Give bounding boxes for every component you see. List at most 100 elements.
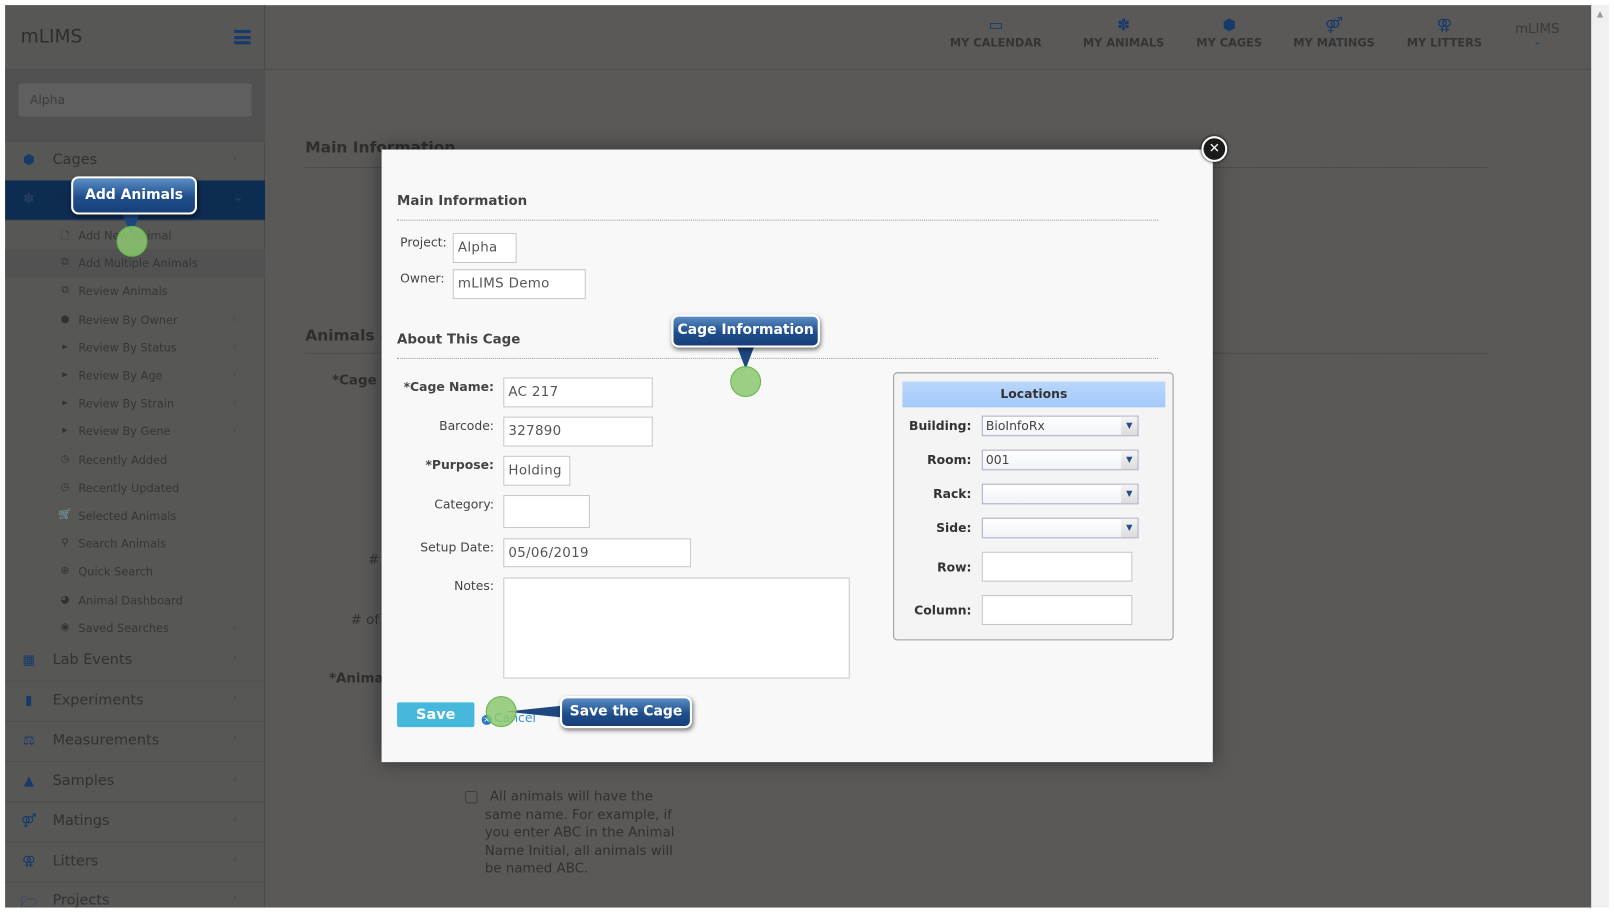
barcode-label: Barcode: — [439, 418, 494, 434]
cart-icon: 🛒 — [58, 509, 72, 521]
page-scrollbar[interactable]: ▲ — [1591, 5, 1609, 908]
category-label: Category: — [434, 497, 494, 512]
search-icon: ⚲ — [61, 537, 69, 549]
bg-animals-heading: Animals & — [305, 325, 394, 345]
clock-icon: ◷ — [60, 481, 70, 493]
chevron-down-icon: ▼ — [1121, 484, 1138, 504]
nav-my-matings[interactable]: ⚤ MY MATINGS — [1293, 15, 1375, 49]
user-icon: ● — [60, 313, 70, 325]
cube-icon: ⬢ — [23, 152, 35, 169]
clock-icon: ◷ — [60, 453, 70, 465]
nav-my-calendar[interactable]: ▭ MY CALENDAR — [950, 15, 1042, 49]
owner-label: Owner: — [400, 271, 445, 286]
litters-icon: ⚢ — [1436, 15, 1453, 35]
top-navbar: ▭ MY CALENDAR ✽ MY ANIMALS ⬢ MY CAGES ⚤ MY M… — [265, 5, 1592, 71]
nav-my-litters[interactable]: ⚢ MY LITTERS — [1407, 15, 1482, 49]
litters-icon: ⚢ — [22, 853, 36, 869]
folder-icon: 🗁 — [20, 895, 38, 908]
chevron-left-icon: ‹ — [232, 367, 238, 382]
documents-icon: ▮ — [25, 692, 33, 709]
locations-panel: Locations Building: BioInfoRx ▼ Room: 001… — [893, 372, 1174, 641]
caret-right-icon: ▸ — [62, 425, 68, 437]
sidebar-subitem[interactable]: 🛒 Selected Animals — [5, 502, 265, 530]
caret-right-icon: ▸ — [62, 341, 68, 353]
user-menu[interactable]: mLIMS ⌄ — [1515, 22, 1560, 48]
sidebar-item-projects[interactable]: 🗁 Projects ‹ — [5, 882, 265, 907]
same-name-checkbox[interactable] — [465, 791, 478, 804]
close-icon[interactable]: ✕ — [1201, 136, 1228, 162]
hamburger-menu-icon[interactable] — [234, 29, 251, 45]
notes-textarea[interactable] — [503, 577, 850, 679]
click-indicator — [116, 225, 148, 257]
room-label: Room: — [927, 452, 972, 468]
copy-icon: ⧉ — [61, 285, 69, 297]
chevron-left-icon: ‹ — [232, 689, 238, 707]
side-label: Side: — [936, 520, 972, 536]
sidebar-item-litters[interactable]: ⚢ Litters ‹ — [5, 842, 266, 883]
bg-hash-label: # — [368, 552, 380, 569]
chevron-left-icon: ‹ — [232, 149, 238, 167]
chevron-down-icon: ▼ — [1121, 450, 1138, 470]
setup-date-label: Setup Date: — [420, 540, 494, 555]
calendar-icon: ▦ — [22, 652, 36, 669]
chevron-down-icon: ⌄ — [232, 188, 245, 206]
cube-icon: ⬢ — [1222, 15, 1236, 35]
sidebar-subitem[interactable]: ⊕ Quick Search — [5, 558, 265, 586]
sidebar: mLIMS Alpha ⬢Cages‹ ✽Animals⌄ 🗋Add New A… — [5, 5, 266, 908]
pie-chart-icon: ◕ — [60, 593, 70, 605]
sidebar-subitem[interactable]: ⚲ Search Animals — [5, 530, 265, 558]
sidebar-subitem[interactable]: ▸ Review By Strain ‹ — [5, 390, 265, 418]
barcode-field[interactable]: 327890 — [503, 416, 653, 447]
chevron-left-icon: ‹ — [232, 311, 238, 326]
project-label: Project: — [400, 235, 447, 250]
bg-cage-label: *Cage — [332, 373, 377, 389]
building-select[interactable]: BioInfoRx ▼ — [981, 415, 1139, 437]
locations-heading: Locations — [902, 381, 1166, 408]
nav-my-cages[interactable]: ⬢ MY CAGES — [1196, 15, 1262, 49]
side-select[interactable]: ▼ — [981, 517, 1139, 539]
save-button[interactable]: Save — [397, 702, 475, 728]
sidebar-subitem[interactable]: ▸ Review By Status ‹ — [5, 334, 265, 362]
scale-icon: ⚖ — [22, 733, 35, 749]
sidebar-subitem[interactable]: ⧉ Review Animals — [5, 278, 265, 306]
about-cage-heading: About This Cage — [397, 332, 521, 348]
column-label: Column: — [914, 603, 972, 618]
project-search-input[interactable]: Alpha — [18, 83, 252, 117]
sidebar-subitem[interactable]: ◕ Animal Dashboard — [5, 586, 265, 614]
setup-date-field[interactable]: 05/06/2019 — [503, 538, 691, 568]
sidebar-item-experiments[interactable]: ▮ Experiments ‹ — [5, 682, 266, 722]
sidebar-item-matings[interactable]: ⚤ Matings ‹ — [5, 802, 266, 843]
project-field[interactable]: Alpha — [452, 233, 517, 263]
row-label: Row: — [937, 559, 972, 575]
room-select[interactable]: 001 ▼ — [981, 449, 1139, 471]
sidebar-subitem[interactable]: ◉ Saved Searches ‹ — [5, 614, 265, 642]
purpose-field[interactable]: Holding — [503, 455, 571, 486]
bg-num-of-label: # of — [350, 612, 380, 629]
chevron-left-icon: ‹ — [232, 770, 238, 787]
rack-select[interactable]: ▼ — [981, 483, 1139, 505]
column-field[interactable] — [981, 595, 1133, 625]
rack-label: Rack: — [933, 486, 972, 502]
chevron-down-icon: ▼ — [1121, 518, 1138, 538]
nav-my-animals[interactable]: ✽ MY ANIMALS — [1083, 15, 1164, 49]
same-name-note: All animals will have the same name. For… — [484, 788, 675, 877]
owner-field[interactable]: mLIMS Demo — [452, 269, 586, 300]
scroll-up-icon[interactable]: ▲ — [1591, 9, 1609, 18]
row-field[interactable] — [981, 551, 1133, 582]
sidebar-item-samples[interactable]: ▲ Samples ‹ — [5, 762, 266, 803]
sidebar-subitem[interactable]: ▸ Review By Gene ‹ — [5, 418, 265, 446]
sidebar-item-lab-events[interactable]: ▦ Lab Events ‹ — [5, 641, 266, 682]
calendar-icon: ▭ — [988, 15, 1004, 35]
chevron-left-icon: ‹ — [232, 850, 238, 867]
sidebar-subitem[interactable]: ◷ Recently Updated — [5, 474, 265, 502]
category-field[interactable] — [503, 495, 590, 529]
sidebar-subitem[interactable]: ▸ Review By Age ‹ — [5, 362, 265, 390]
chevron-left-icon: ‹ — [232, 649, 238, 667]
cage-name-field[interactable]: AC 217 — [503, 377, 653, 408]
sidebar-subitem[interactable]: ◷ Recently Added — [5, 446, 265, 474]
add-cage-modal: Main Information Project: Alpha Owner: m… — [381, 149, 1213, 763]
sidebar-item-measurements[interactable]: ⚖ Measurements ‹ — [5, 722, 266, 762]
cage-name-label: *Cage Name: — [403, 379, 494, 394]
sidebar-subitem[interactable]: ● Review By Owner ‹ — [5, 306, 265, 334]
caret-right-icon: ▸ — [62, 397, 68, 409]
